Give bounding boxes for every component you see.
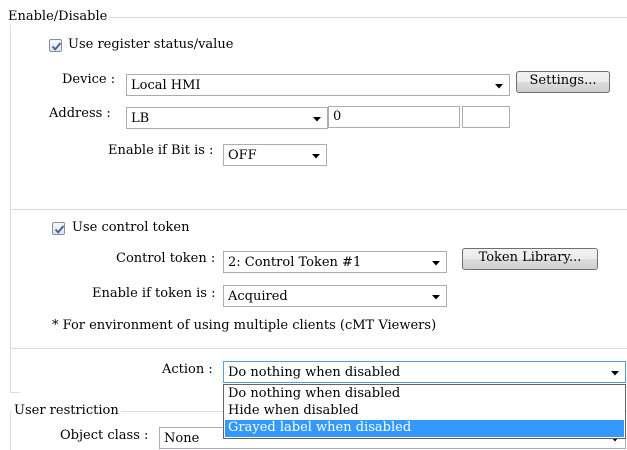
enable-if-bit-value: OFF xyxy=(228,148,257,163)
control-token-value: 2: Control Token #1 xyxy=(228,255,362,270)
action-option-grayed-label[interactable]: Grayed label when disabled xyxy=(225,420,624,437)
object-class-value: None xyxy=(164,431,200,446)
group-legend: Enable/Disable xyxy=(6,9,110,25)
object-class-label: Object class : xyxy=(60,428,149,443)
action-label: Action : xyxy=(162,362,213,377)
chevron-down-icon xyxy=(432,261,440,266)
group-border-left xyxy=(10,411,11,450)
action-option-hide[interactable]: Hide when disabled xyxy=(225,403,624,420)
action-dropdown[interactable]: Do nothing when disabled xyxy=(223,361,626,383)
address-type-value: LB xyxy=(131,111,150,126)
chevron-down-icon xyxy=(432,295,440,300)
group-border-bottom xyxy=(10,392,20,393)
action-dropdown-list: Do nothing when disabled Hide when disab… xyxy=(223,384,626,439)
check-icon xyxy=(51,42,62,51)
address-input[interactable]: 0 xyxy=(328,106,460,128)
device-label: Device : xyxy=(62,72,116,87)
enable-if-bit-dropdown[interactable]: OFF xyxy=(223,144,327,166)
chevron-down-icon xyxy=(495,84,503,89)
address-value: 0 xyxy=(333,109,342,124)
address-label: Address : xyxy=(49,106,111,121)
token-library-button[interactable]: Token Library... xyxy=(462,248,598,270)
address-extra-input[interactable] xyxy=(462,106,510,128)
action-option-do-nothing[interactable]: Do nothing when disabled xyxy=(225,386,624,403)
control-token-dropdown[interactable]: 2: Control Token #1 xyxy=(223,251,447,273)
group-legend: User restriction xyxy=(12,403,121,419)
use-control-token-label: Use control token xyxy=(72,220,190,235)
chevron-down-icon xyxy=(611,371,619,376)
device-dropdown[interactable]: Local HMI xyxy=(126,74,510,96)
check-icon xyxy=(54,225,65,234)
section-separator xyxy=(10,348,627,349)
group-border-left xyxy=(10,17,11,392)
enable-if-token-value: Acquired xyxy=(228,289,288,304)
use-register-label: Use register status/value xyxy=(68,37,234,52)
section-separator xyxy=(10,209,627,210)
action-value: Do nothing when disabled xyxy=(228,365,401,380)
use-register-checkbox[interactable] xyxy=(49,39,62,52)
address-type-dropdown[interactable]: LB xyxy=(126,107,328,129)
use-control-token-checkbox[interactable] xyxy=(52,222,65,235)
chevron-down-icon xyxy=(313,117,321,122)
control-token-label: Control token : xyxy=(116,251,216,266)
chevron-down-icon xyxy=(312,154,320,159)
device-value: Local HMI xyxy=(131,78,201,93)
multiple-clients-note: * For environment of using multiple clie… xyxy=(52,318,437,333)
enable-if-token-label: Enable if token is : xyxy=(92,286,216,301)
enable-if-token-dropdown[interactable]: Acquired xyxy=(223,285,447,307)
settings-button[interactable]: Settings... xyxy=(516,71,610,93)
enable-if-bit-label: Enable if Bit is : xyxy=(108,143,214,158)
